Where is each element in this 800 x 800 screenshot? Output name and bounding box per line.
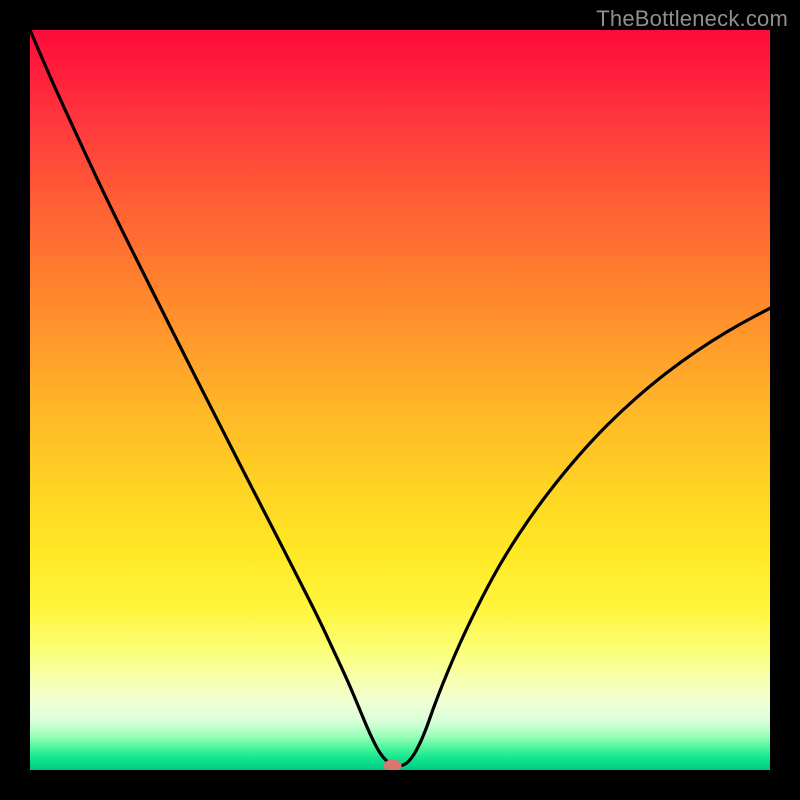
chart-frame: TheBottleneck.com [0,0,800,800]
watermark-text: TheBottleneck.com [596,6,788,32]
bottleneck-curve [30,30,770,770]
curve-path [30,30,770,766]
plot-area [30,30,770,770]
